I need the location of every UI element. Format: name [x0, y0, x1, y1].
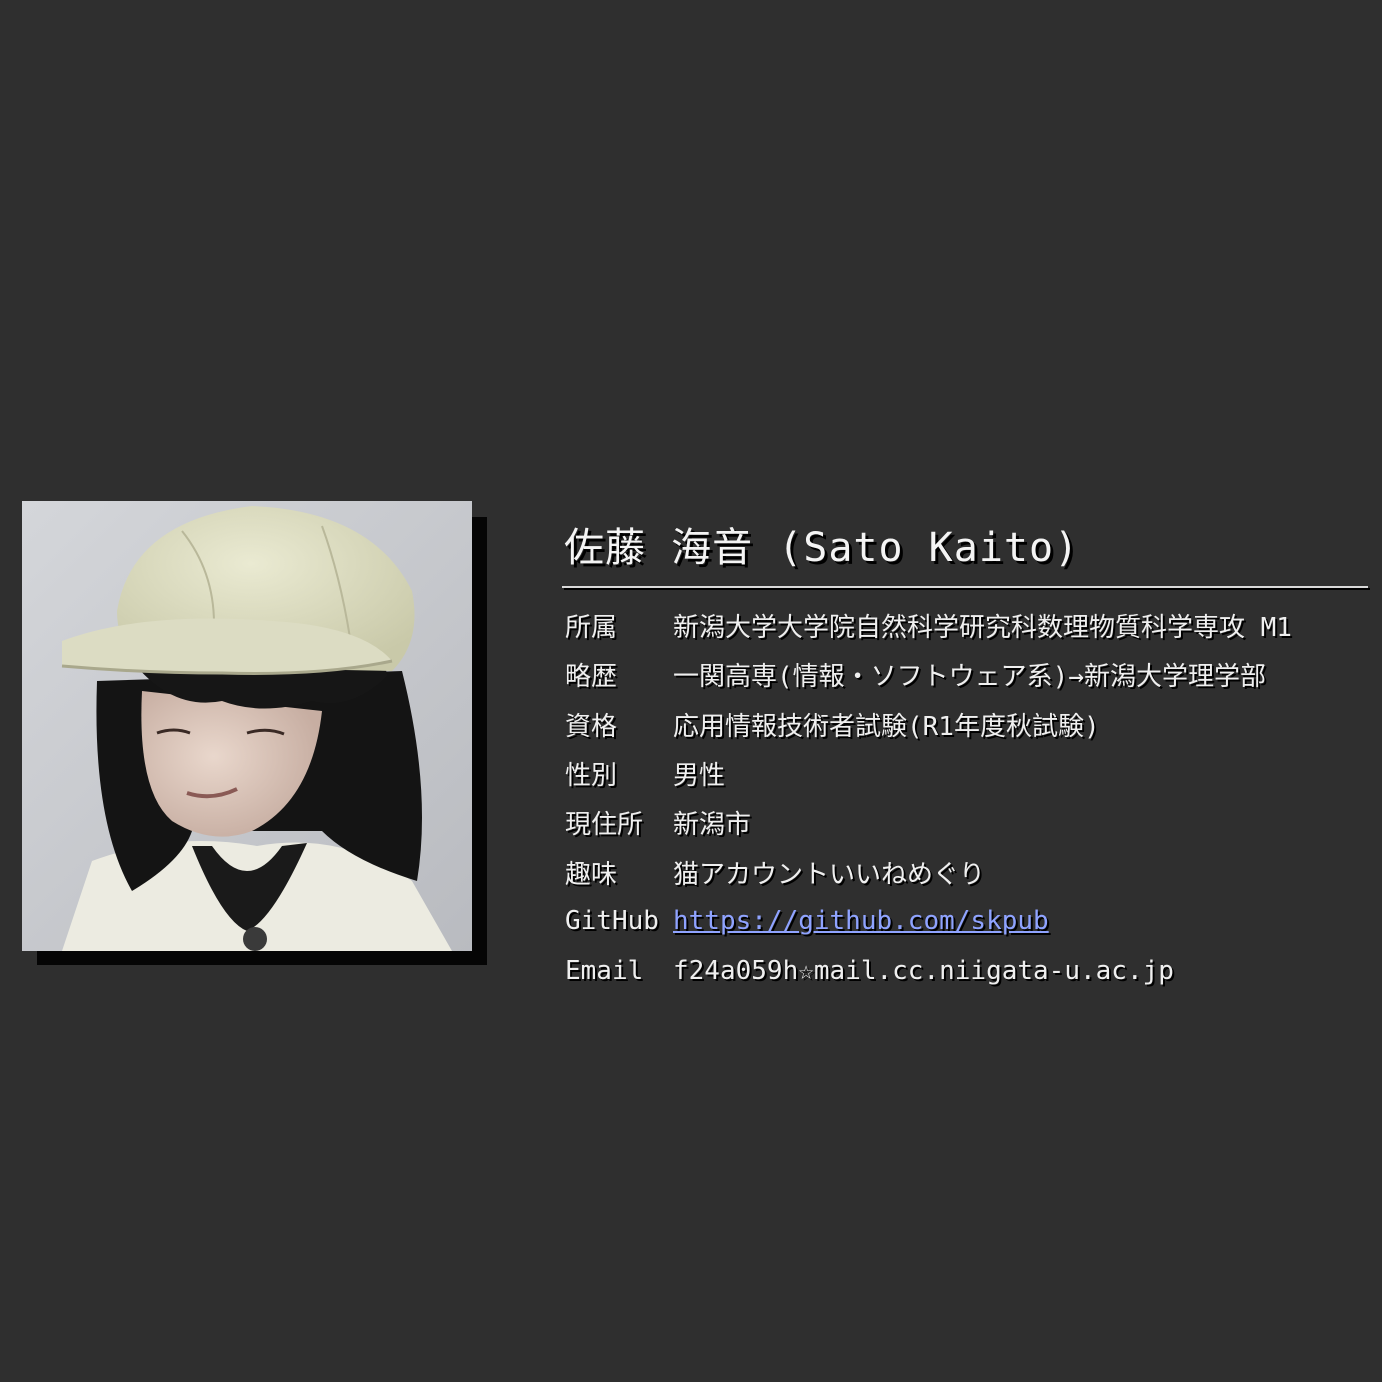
portrait-image	[22, 501, 472, 951]
info-row-address: 現住所 新潟市	[562, 798, 1368, 847]
info-value: 男性	[673, 761, 726, 792]
info-row-affiliation: 所属 新潟大学大学院自然科学研究科数理物質科学専攻 M1	[562, 601, 1368, 650]
email-value: f24a059h☆mail.cc.niigata-u.ac.jp	[673, 955, 1174, 986]
info-row-hobby: 趣味 猫アカウントいいねめぐり	[562, 847, 1368, 896]
profile-name: 佐藤 海音 (Sato Kaito)	[564, 525, 1080, 571]
info-value: 一関高専(情報・ソフトウェア系)→新潟大学理学部	[673, 662, 1266, 693]
info-row-gender: 性別 男性	[562, 749, 1368, 798]
info-label: 現住所	[565, 810, 644, 841]
profile-card: 佐藤 海音 (Sato Kaito) 所属 新潟大学大学院自然科学研究科数理物質…	[562, 520, 1368, 995]
title-divider	[562, 586, 1368, 588]
info-row-history: 略歴 一関高専(情報・ソフトウェア系)→新潟大学理学部	[562, 650, 1368, 699]
profile-page: 佐藤 海音 (Sato Kaito) 所属 新潟大学大学院自然科学研究科数理物質…	[0, 0, 1382, 1382]
info-label: 趣味	[565, 859, 618, 890]
info-label: Email	[565, 955, 644, 986]
info-value: 新潟大学大学院自然科学研究科数理物質科学専攻 M1	[673, 613, 1292, 644]
info-value: 新潟市	[673, 810, 752, 841]
info-value: 猫アカウントいいねめぐり	[673, 859, 986, 890]
info-label: 略歴	[565, 662, 618, 693]
info-row-qualification: 資格 応用情報技術者試験(R1年度秋試験)	[562, 700, 1368, 749]
info-label: 所属	[565, 613, 618, 644]
info-row-github: GitHub https://github.com/skpub	[562, 897, 1368, 946]
profile-photo	[22, 501, 472, 951]
info-label: GitHub	[565, 906, 659, 937]
info-value: 応用情報技術者試験(R1年度秋試験)	[673, 711, 1100, 742]
info-row-email: Email f24a059h☆mail.cc.niigata-u.ac.jp	[562, 946, 1368, 995]
info-label: 資格	[565, 711, 618, 742]
github-link[interactable]: https://github.com/skpub	[673, 906, 1049, 936]
info-label: 性別	[565, 761, 618, 792]
